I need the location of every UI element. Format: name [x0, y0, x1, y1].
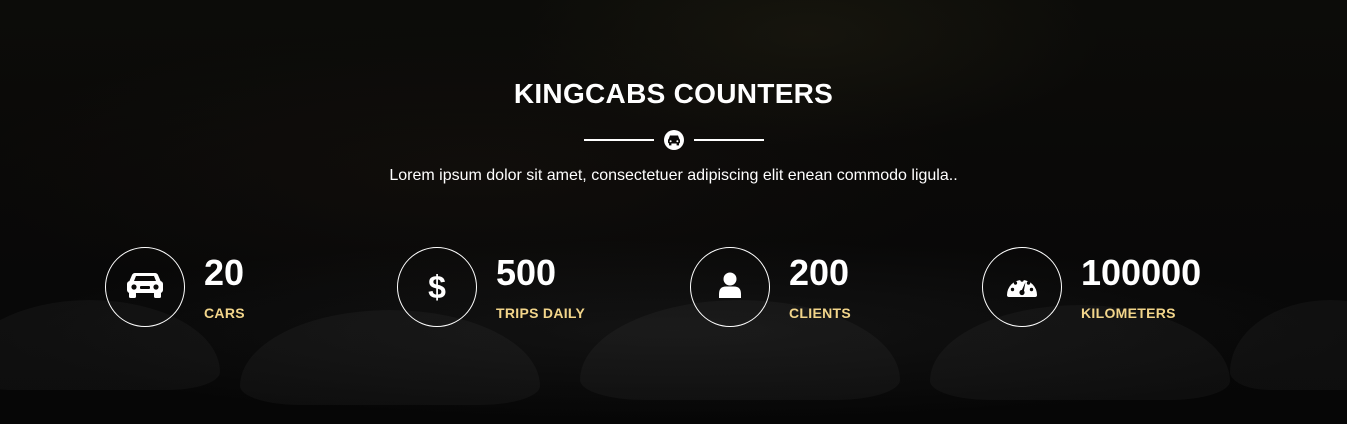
counters-section: KINGCABS COUNTERS Lorem ipsum dolor sit … — [0, 0, 1347, 424]
user-icon — [718, 271, 742, 304]
divider-line-right — [693, 139, 764, 141]
speedometer-icon — [1005, 272, 1039, 303]
dollar-icon: $ — [428, 269, 446, 305]
counter-number: 500 — [496, 252, 557, 293]
divider-line-left — [583, 139, 654, 141]
counter-icon-circle — [982, 247, 1062, 327]
counters-row: 20 CARS $ 500 TRIPS DAILY 200 CLIENTS 10… — [105, 247, 1345, 327]
car-front-icon — [663, 130, 684, 150]
counter-cars: 20 CARS — [105, 247, 385, 327]
counter-label: CLIENTS — [789, 305, 851, 321]
counter-number: 200 — [789, 252, 850, 293]
section-subtitle: Lorem ipsum dolor sit amet, consectetuer… — [389, 167, 958, 184]
counter-trips-daily: $ 500 TRIPS DAILY — [397, 247, 677, 327]
counter-kilometers: 100000 KILOMETERS — [982, 247, 1262, 327]
counter-icon-circle — [105, 247, 185, 327]
counter-label: KILOMETERS — [1081, 305, 1176, 321]
counter-clients: 200 CLIENTS — [690, 247, 970, 327]
section-title: KINGCABS COUNTERS — [513, 78, 834, 109]
counter-label: TRIPS DAILY — [496, 305, 586, 321]
counter-label: CARS — [204, 305, 245, 321]
counter-icon-circle: $ — [397, 247, 477, 327]
title-divider — [0, 128, 1347, 152]
car-icon — [126, 270, 164, 305]
counter-number: 100000 — [1081, 252, 1202, 293]
counter-number: 20 — [204, 252, 245, 293]
counter-icon-circle — [690, 247, 770, 327]
